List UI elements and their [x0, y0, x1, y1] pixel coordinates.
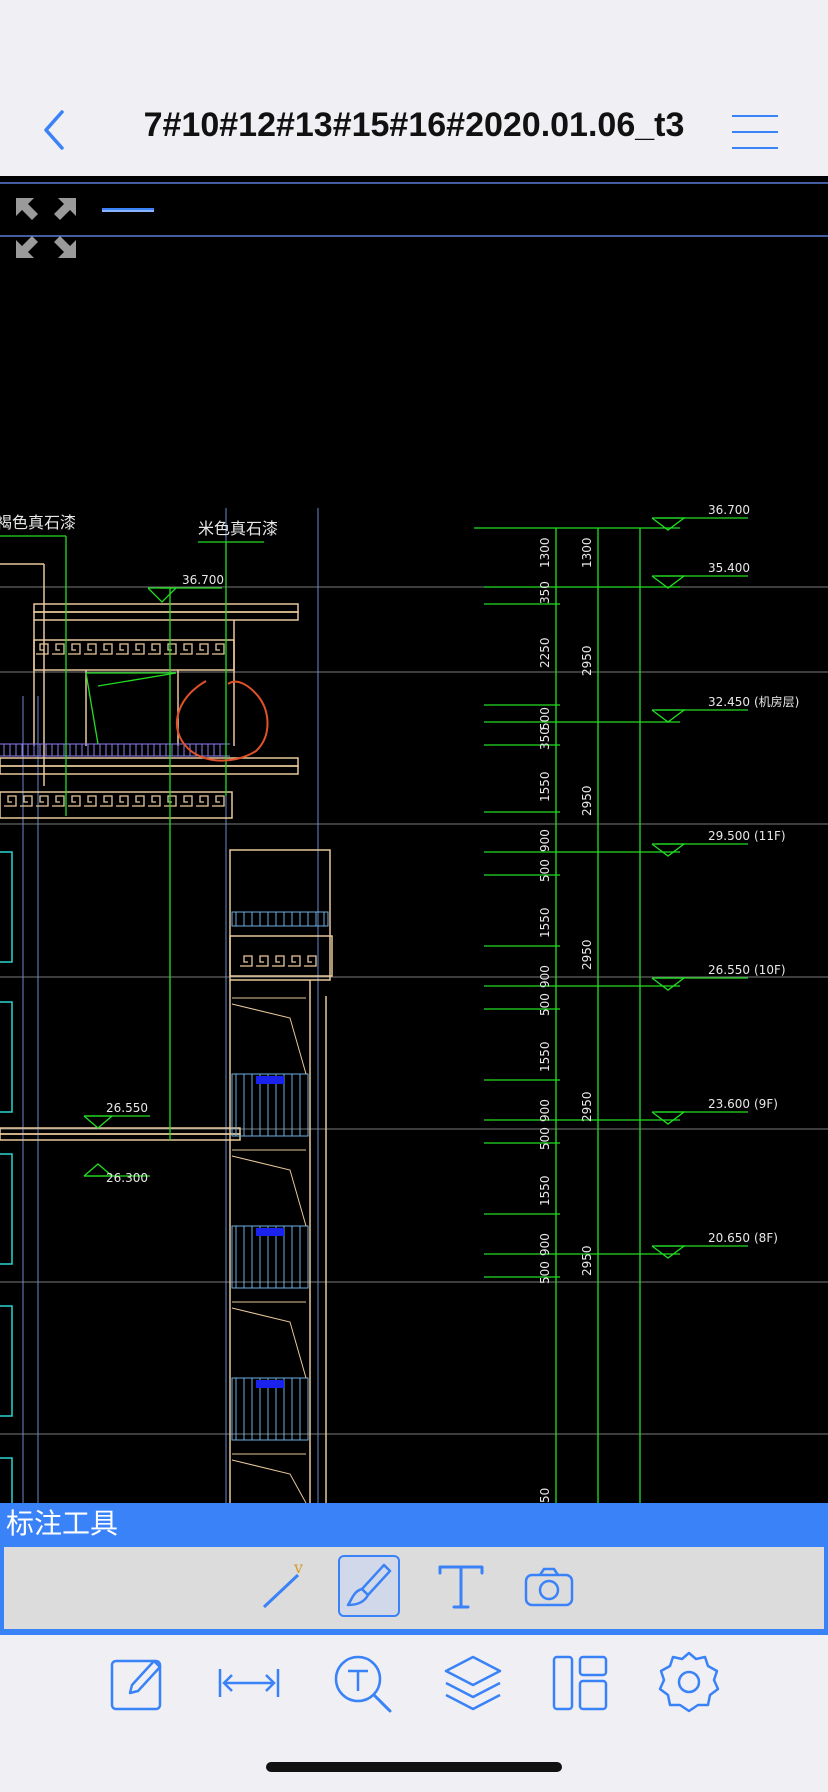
settings-tab[interactable] — [656, 1649, 722, 1715]
floor-note: (8F) — [754, 1231, 778, 1245]
layers-icon — [444, 1655, 502, 1711]
text-tool-icon — [438, 1565, 484, 1609]
elevation-label: 26.550 — [708, 963, 750, 977]
svg-text:v: v — [293, 1558, 303, 1577]
drawing-canvas[interactable]: 褐色真石漆 米色真石漆 36.700 26.550 26.300 36.700 … — [0, 176, 828, 1503]
dimension-label: 2250 — [538, 637, 552, 668]
annotation-toolbar: v — [0, 1545, 828, 1635]
elevation-label: 23.600 — [708, 1097, 750, 1111]
measure-icon — [218, 1669, 280, 1697]
dimension-label: 1550 — [538, 771, 552, 802]
dimension-label: 2950 — [580, 645, 594, 676]
chevron-left-icon — [44, 110, 64, 150]
floor-note: (机房层) — [754, 694, 799, 709]
beige-material-label: 米色真石漆 — [198, 519, 278, 538]
dimension-label: 500 — [538, 859, 552, 882]
home-indicator — [266, 1762, 562, 1772]
camera-tool-button[interactable] — [518, 1555, 580, 1617]
dimension-label: 500 — [538, 707, 552, 730]
floor-note: (10F) — [754, 963, 786, 977]
floor-note: (9F) — [754, 1097, 778, 1111]
dimension-label: 350 — [538, 727, 552, 750]
dimension-label: 1550 — [538, 1041, 552, 1072]
fullscreen-button[interactable] — [14, 196, 78, 260]
settings-gear-icon — [658, 1651, 720, 1713]
camera-icon — [524, 1567, 574, 1607]
edit-tab[interactable] — [104, 1649, 170, 1715]
floor-note: (11F) — [754, 829, 786, 843]
brush-tool-button[interactable] — [338, 1555, 400, 1617]
menu-button[interactable] — [730, 112, 780, 152]
dimension-label: 350 — [538, 581, 552, 604]
dimension-label: 2950 — [580, 1091, 594, 1122]
dimension-label: 2950 — [580, 939, 594, 970]
dimension-label: 1300 — [538, 537, 552, 568]
elevation-label: 26.300 — [106, 1171, 148, 1185]
elevation-label: 36.700 — [708, 503, 750, 517]
back-button[interactable] — [36, 100, 76, 160]
line-tool-icon: v — [262, 1558, 303, 1609]
measure-tab[interactable] — [216, 1649, 282, 1715]
dimension-label: 500 — [538, 993, 552, 1016]
dimension-label: 900 — [538, 1233, 552, 1256]
text-tool-button[interactable] — [430, 1555, 492, 1617]
document-title: 7#10#12#13#15#16#2020.01.06_t3 — [143, 106, 685, 144]
dimension-label: 500 — [538, 1127, 552, 1150]
layout-icon — [552, 1655, 608, 1711]
text-search-icon — [334, 1655, 392, 1713]
elevation-label: 29.500 — [708, 829, 750, 843]
annotation-panel-title: 标注工具 — [0, 1503, 828, 1545]
elevation-label: 35.400 — [708, 561, 750, 575]
elevation-label: 26.550 — [106, 1101, 148, 1115]
dimension-label: 900 — [538, 965, 552, 988]
line-tool-button[interactable]: v — [254, 1555, 316, 1617]
dimension-label: 1550 — [538, 1175, 552, 1206]
top-navigation-bar: 7#10#12#13#15#16#2020.01.06_t3 — [0, 0, 828, 176]
elevation-label: 36.700 — [182, 573, 224, 587]
elevation-label: 20.650 — [708, 1231, 750, 1245]
dimension-label: 2950 — [580, 785, 594, 816]
layout-tab[interactable] — [548, 1649, 614, 1715]
expand-arrows-icon — [16, 198, 76, 258]
dimension-label: 900 — [538, 829, 552, 852]
line-weight-toggle[interactable] — [100, 202, 156, 246]
layers-tab[interactable] — [440, 1649, 506, 1715]
brush-tool-icon — [346, 1563, 392, 1607]
text-search-tab[interactable] — [330, 1649, 396, 1715]
left-material-label: 褐色真石漆 — [0, 513, 76, 532]
hamburger-menu-icon — [732, 115, 778, 149]
edit-icon — [110, 1659, 162, 1711]
dimension-label: 2950 — [580, 1245, 594, 1276]
dimension-label: 1550 — [538, 907, 552, 938]
dimension-label: 1300 — [580, 537, 594, 568]
dimension-label: 50 — [538, 1488, 552, 1503]
dimension-label: 900 — [538, 1099, 552, 1122]
line-weight-icon — [102, 208, 154, 212]
dimension-label: 500 — [538, 1261, 552, 1284]
cad-drawing: 褐色真石漆 米色真石漆 36.700 26.550 26.300 36.700 … — [0, 182, 828, 1503]
elevation-label: 32.450 — [708, 695, 750, 709]
